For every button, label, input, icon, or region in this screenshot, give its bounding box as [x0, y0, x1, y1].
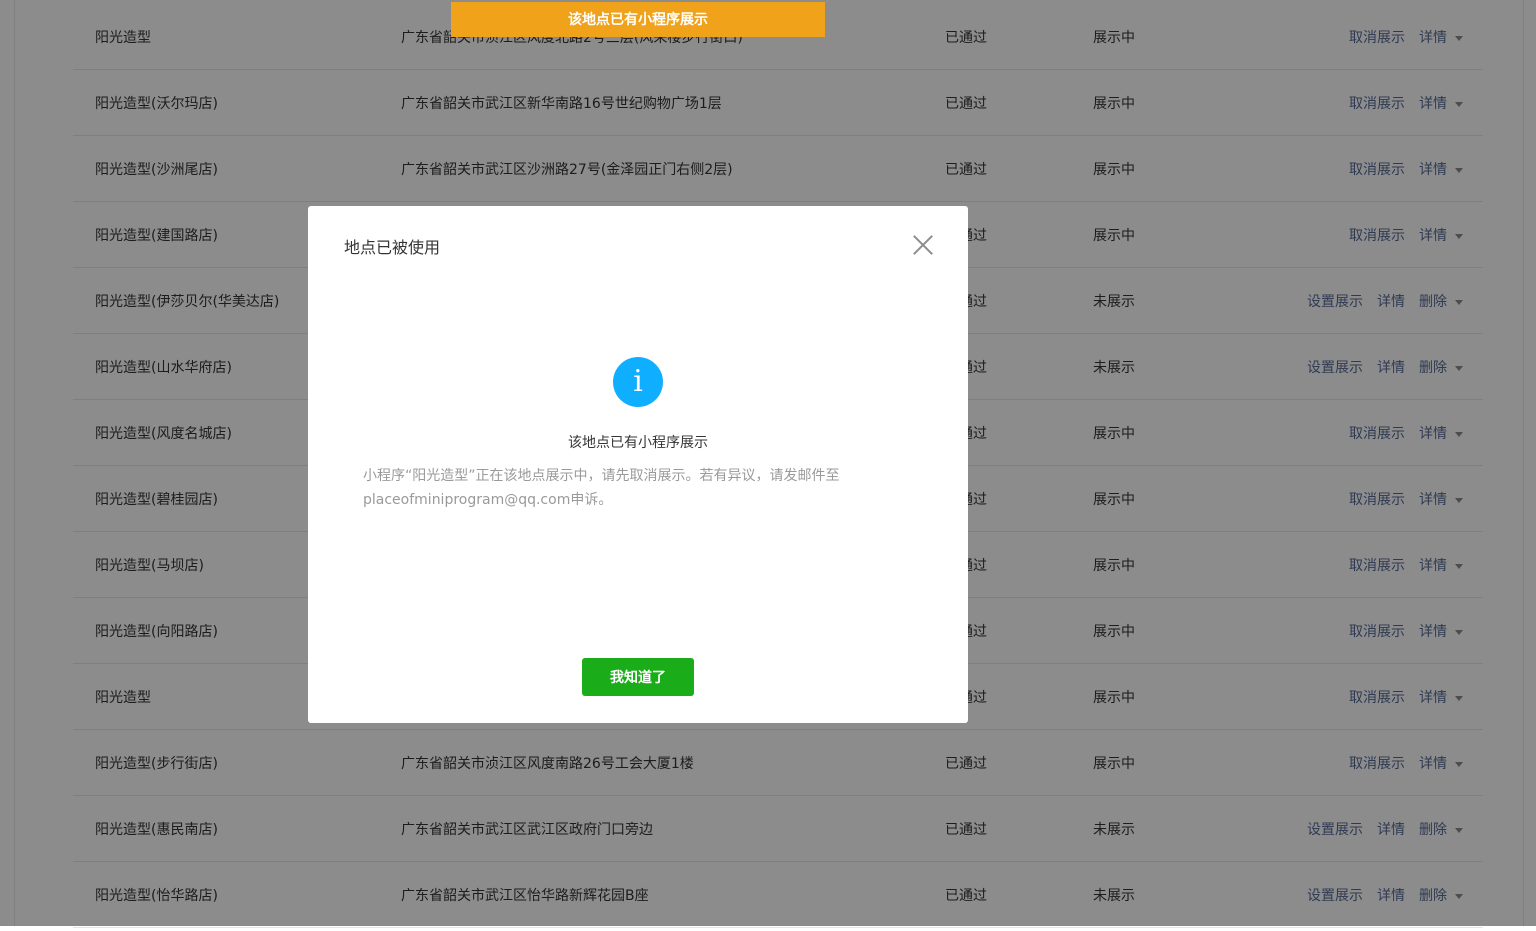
dialog-description: 小程序“阳光造型”正在该地点展示中，请先取消展示。若有异议，请发邮件至place… [363, 468, 840, 508]
close-icon[interactable] [908, 230, 938, 260]
dialog-heading: 该地点已有小程序展示 [568, 435, 708, 451]
ok-button[interactable]: 我知道了 [582, 658, 694, 696]
toast-message: 该地点已有小程序展示 [451, 2, 825, 37]
location-used-dialog: 地点已被使用 i 该地点已有小程序展示 小程序“阳光造型”正在该地点展示中，请先… [308, 206, 968, 723]
dialog-title: 地点已被使用 [344, 238, 441, 257]
info-icon: i [613, 357, 663, 407]
